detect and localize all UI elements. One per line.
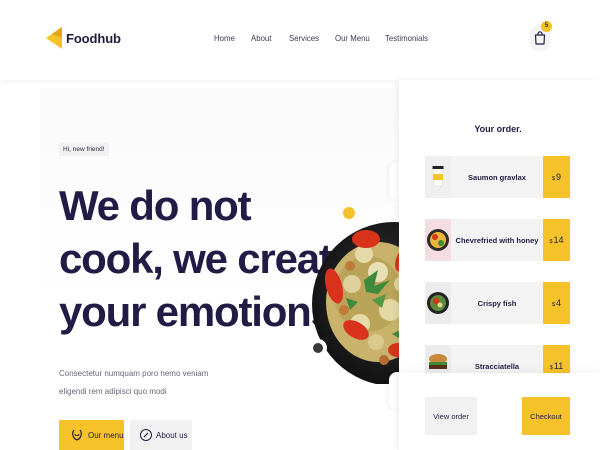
order-item[interactable]: Crispy fish $4 (425, 282, 570, 324)
hero-subtitle: Consectetur numquam poro nemo veniam eli… (59, 369, 209, 396)
navbar: Foodhub Home About Services Our Menu Tes… (0, 0, 600, 80)
hero-title-line: your emotions! (59, 288, 347, 335)
our-menu-label: Our menu (88, 430, 124, 440)
order-item-price: $4 (543, 282, 570, 324)
order-item-price: $14 (543, 219, 570, 261)
order-title: Your order. (474, 124, 522, 134)
about-us-label: About us (156, 430, 188, 440)
about-us-button[interactable]: About us (130, 420, 192, 450)
greeting-pill: Hi, new friend! (59, 143, 109, 156)
nav-our-menu[interactable]: Our Menu (335, 33, 370, 43)
hero-title: We do not cook, we create your emotions! (59, 179, 355, 338)
decorative-ring (309, 339, 327, 357)
salad-bowl-icon (425, 219, 451, 261)
fish-plate-icon (425, 282, 451, 324)
order-item[interactable]: Saumon gravlax $9 (425, 156, 570, 198)
order-item-thumbnail (425, 219, 451, 261)
order-item-thumbnail (425, 156, 451, 198)
nav-services[interactable]: Services (289, 33, 319, 43)
our-menu-button[interactable]: Our menu (59, 420, 124, 450)
hero-title-line: cook, we create (59, 235, 355, 282)
order-item[interactable]: Chevrefried with honey $14 (425, 219, 570, 261)
checkout-button[interactable]: Checkout (522, 397, 570, 435)
hero-title-line: We do not (59, 182, 252, 229)
view-order-button[interactable]: View order (425, 397, 477, 435)
nav-about[interactable]: About (251, 33, 271, 43)
order-item-name: Saumon gravlax (468, 172, 526, 182)
order-item-price: $9 (543, 156, 570, 198)
coffee-cup-icon (425, 156, 451, 198)
order-item-thumbnail (425, 282, 451, 324)
order-item-name: Chevrefried with honey (455, 235, 539, 245)
nav-home[interactable]: Home (214, 33, 235, 43)
nav-testimonials[interactable]: Testimonials (385, 33, 428, 43)
menu-plate-icon (72, 429, 82, 441)
order-panel: Your order. Saumon gravlax $9 Chevrefrie… (399, 80, 600, 450)
cart-count-badge: 5 (541, 21, 552, 32)
order-footer: View order Checkout (399, 373, 600, 450)
main-nav: Home About Services Our Menu Testimonial… (0, 33, 600, 47)
shopping-bag-icon (534, 31, 546, 45)
compass-icon (140, 429, 152, 441)
order-item-name: Crispy fish (477, 298, 517, 308)
